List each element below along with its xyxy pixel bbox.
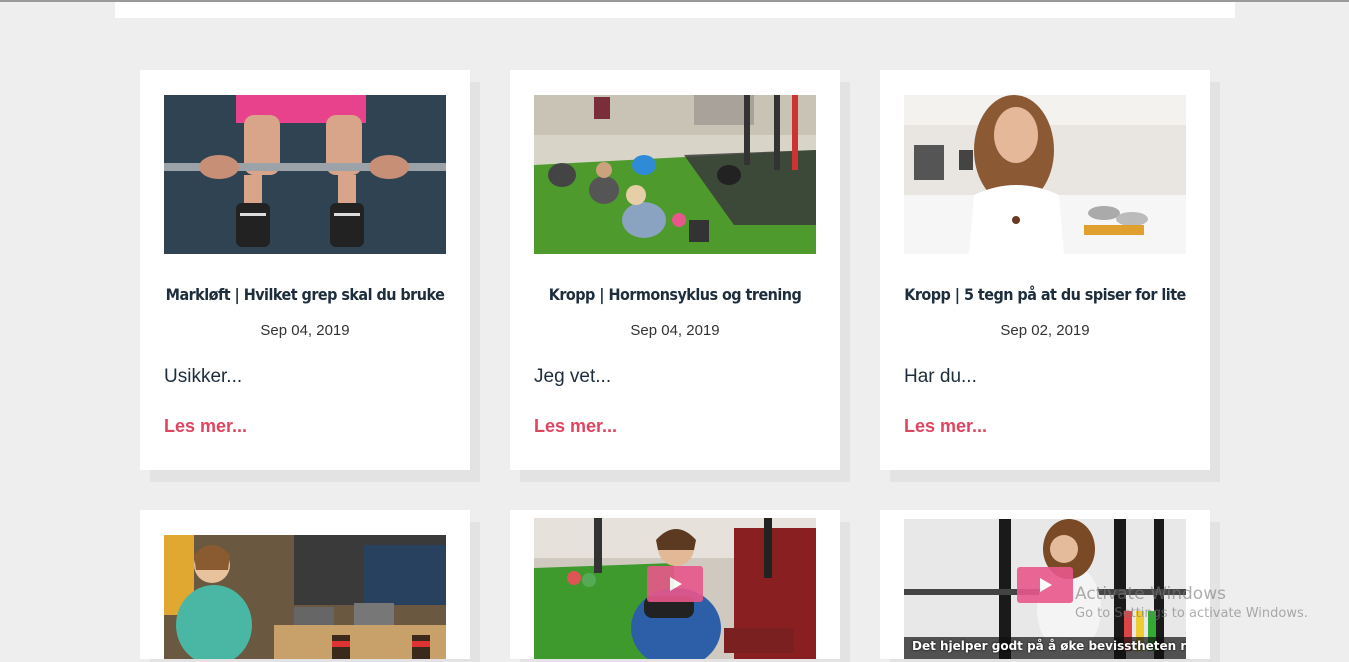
play-video-button[interactable] — [647, 566, 703, 602]
post-thumbnail-gym-group[interactable] — [534, 95, 816, 254]
post-thumbnail-video-gym[interactable] — [534, 518, 816, 659]
watermark-line-1: Activate Windows — [1075, 584, 1226, 604]
post-thumbnail-kitchen[interactable] — [904, 95, 1186, 254]
post-excerpt: Jeg vet... — [534, 366, 612, 387]
post-card-1[interactable]: Markløft | Hvilket grep skal du bruke Se… — [140, 70, 470, 470]
post-card-2[interactable]: Kropp | Hormonsyklus og trening Sep 04, … — [510, 70, 840, 470]
read-more-link[interactable]: Les mer... — [904, 416, 987, 437]
watermark-line-2: Go to Settings to activate Windows. — [1075, 606, 1308, 621]
read-more-link[interactable]: Les mer... — [164, 416, 247, 437]
post-title[interactable]: Kropp | Hormonsyklus og trening — [527, 285, 824, 304]
post-excerpt: Usikker... — [164, 366, 243, 387]
video-subtitle: Det hjelper godt på å øke bevisstheten r… — [912, 639, 1186, 653]
windows-activation-watermark: Activate Windows Go to Settings to activ… — [1075, 584, 1308, 621]
post-thumbnail-nutella[interactable] — [164, 535, 446, 659]
post-date: Sep 04, 2019 — [260, 322, 350, 339]
post-card-5[interactable] — [510, 510, 840, 659]
post-title[interactable]: Kropp | 5 tegn på at du spiser for lite — [897, 285, 1194, 304]
header-panel — [115, 2, 1235, 18]
post-date: Sep 04, 2019 — [630, 322, 720, 339]
read-more-link[interactable]: Les mer... — [534, 416, 617, 437]
post-thumbnail-deadlift[interactable] — [164, 95, 446, 254]
post-card-4[interactable] — [140, 510, 470, 659]
post-date: Sep 02, 2019 — [1000, 322, 1090, 339]
post-title[interactable]: Markløft | Hvilket grep skal du bruke — [157, 285, 454, 304]
post-card-3[interactable]: Kropp | 5 tegn på at du spiser for lite … — [880, 70, 1210, 470]
post-excerpt: Har du... — [904, 366, 977, 387]
play-video-button[interactable] — [1017, 567, 1073, 603]
